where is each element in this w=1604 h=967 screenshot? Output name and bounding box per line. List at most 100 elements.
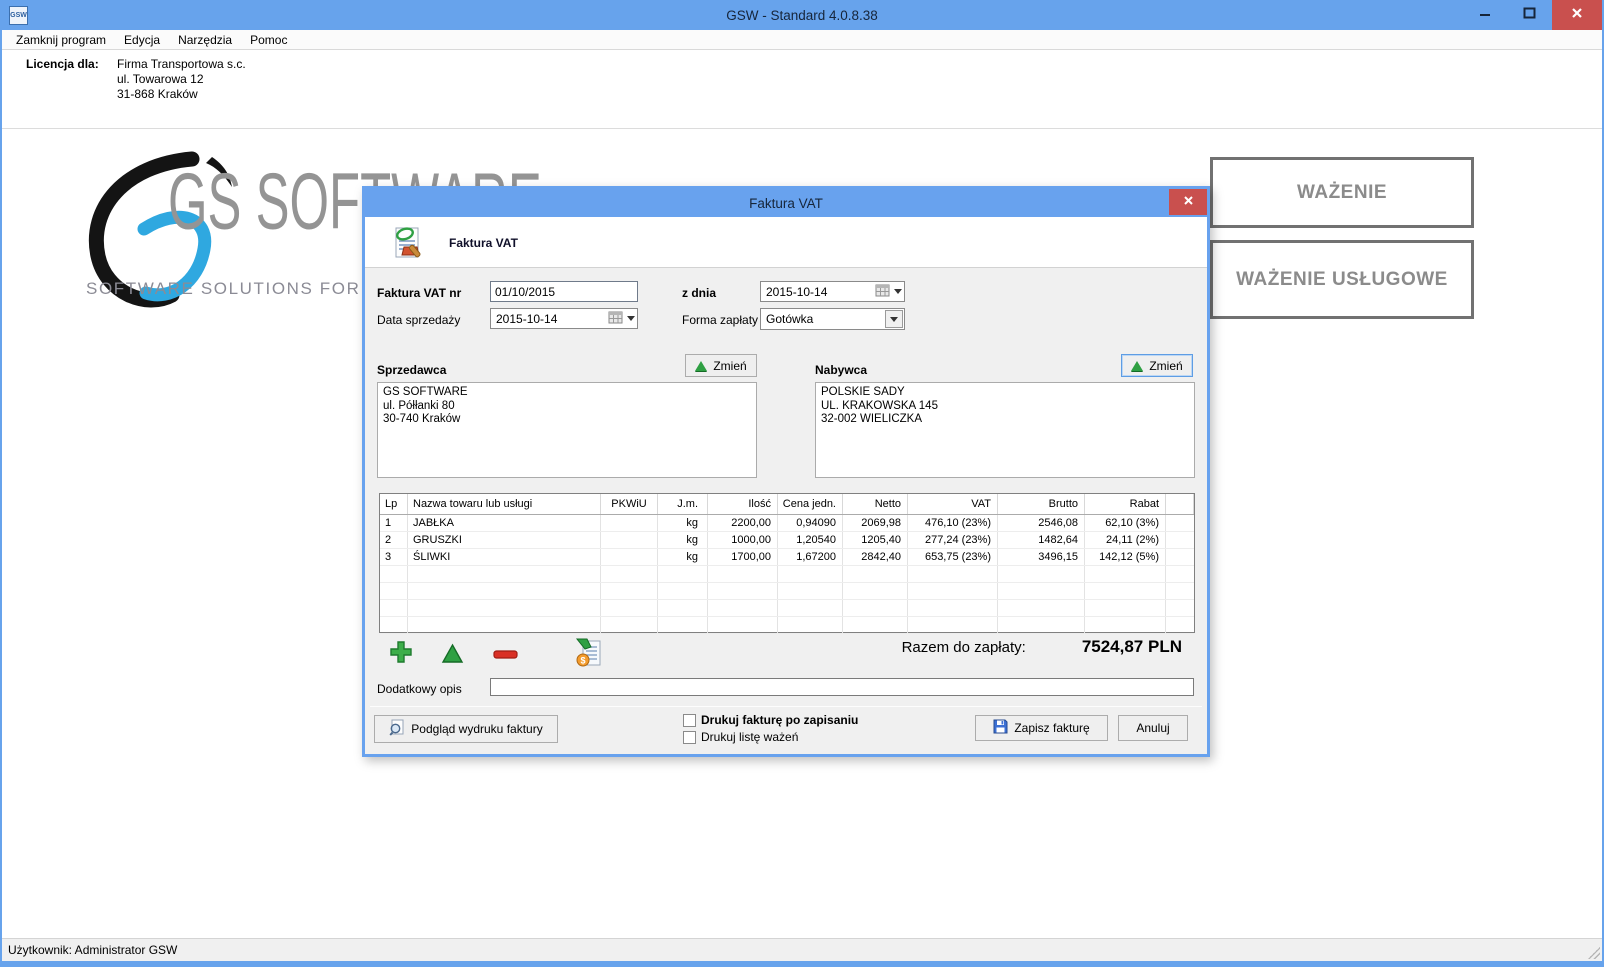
cell-pkwiu	[601, 549, 658, 565]
cancel-label: Anuluj	[1136, 721, 1169, 735]
menu-narzedzia[interactable]: Narzędzia	[169, 30, 241, 49]
close-icon	[1571, 6, 1583, 24]
save-invoice-label: Zapisz fakturę	[1014, 721, 1089, 735]
cell-pkwiu	[601, 515, 658, 531]
table-row[interactable]: 3 ŚLIWKI kg 1700,00 1,67200 2842,40 653,…	[380, 549, 1194, 566]
issue-date-picker[interactable]: 2015-10-14	[760, 281, 905, 302]
license-label: Licencja dla:	[26, 57, 99, 71]
buyer-address-box[interactable]: POLSKIE SADY UL. KRAKOWSKA 145 32-002 WI…	[815, 382, 1195, 478]
print-weighing-list-checkbox-label: Drukuj listę ważeń	[701, 730, 798, 744]
extra-description-label: Dodatkowy opis	[377, 682, 462, 696]
col-header-netto[interactable]: Netto	[843, 494, 908, 514]
print-invoice-checkbox[interactable]: Drukuj fakturę po zapisaniu	[683, 713, 858, 727]
wazenie-button[interactable]: WAŻENIE	[1210, 157, 1474, 228]
sale-date-picker[interactable]: 2015-10-14	[490, 308, 638, 329]
col-header-lp[interactable]: Lp	[380, 494, 408, 514]
table-empty-row	[380, 600, 1194, 617]
cell-ilosc: 1700,00	[708, 549, 778, 565]
table-empty-row	[380, 617, 1194, 634]
wazenie-uslugowe-button[interactable]: WAŻENIE USŁUGOWE	[1210, 240, 1474, 319]
issue-date-label: z dnia	[682, 286, 716, 300]
chevron-down-icon[interactable]	[625, 316, 637, 321]
add-item-button[interactable]	[389, 640, 413, 667]
issue-date-value: 2015-10-14	[761, 285, 875, 299]
cell-pkwiu	[601, 532, 658, 548]
seller-address-box[interactable]: GS SOFTWARE ul. Półłanki 80 30-740 Krakó…	[377, 382, 757, 478]
save-invoice-button[interactable]: Zapisz fakturę	[975, 715, 1108, 741]
chevron-down-icon[interactable]	[892, 289, 904, 294]
menu-pomoc[interactable]: Pomoc	[241, 30, 296, 49]
dialog-header-strip: Faktura VAT	[365, 217, 1207, 268]
cell-brutto: 3496,15	[998, 549, 1085, 565]
print-weighing-list-checkbox[interactable]: Drukuj listę ważeń	[683, 730, 798, 744]
col-header-cena[interactable]: Cena jedn.	[778, 494, 843, 514]
close-button[interactable]	[1552, 0, 1602, 30]
window-titlebar: GSW GSW - Standard 4.0.8.38	[2, 0, 1602, 30]
cell-vat: 277,24 (23%)	[908, 532, 998, 548]
license-panel: Licencja dla: Firma Transportowa s.c. ul…	[2, 50, 1602, 129]
calendar-icon	[875, 284, 890, 300]
cell-lp: 1	[380, 515, 408, 531]
col-header-brutto[interactable]: Brutto	[998, 494, 1085, 514]
license-line-city: 31-868 Kraków	[117, 87, 246, 102]
cell-filler	[1166, 515, 1194, 531]
col-header-jm[interactable]: J.m.	[658, 494, 708, 514]
extra-description-input[interactable]	[490, 678, 1194, 696]
menu-zamknij-program[interactable]: Zamknij program	[2, 30, 115, 49]
cell-cena: 1,67200	[778, 549, 843, 565]
status-user: Użytkownik: Administrator GSW	[8, 943, 177, 957]
license-address: Firma Transportowa s.c. ul. Towarowa 12 …	[117, 57, 246, 102]
edit-item-button[interactable]	[441, 643, 464, 667]
total-row: Razem do zapłaty: 7524,87 PLN	[902, 637, 1182, 657]
seller-change-button[interactable]: Zmień	[685, 354, 757, 377]
import-weighings-button[interactable]: $	[575, 637, 603, 670]
cell-rabat: 142,12 (5%)	[1085, 549, 1166, 565]
print-preview-button[interactable]: Podgląd wydruku faktury	[374, 715, 558, 743]
cell-cena: 0,94090	[778, 515, 843, 531]
cell-nazwa: ŚLIWKI	[408, 549, 601, 565]
minimize-icon	[1479, 6, 1491, 24]
menu-bar: Zamknij program Edycja Narzędzia Pomoc	[2, 30, 1602, 50]
maximize-button[interactable]	[1507, 0, 1552, 30]
combobox-dropdown-button[interactable]	[885, 310, 903, 328]
bottom-separator	[370, 706, 1202, 707]
cell-netto: 2069,98	[843, 515, 908, 531]
dialog-close-button[interactable]	[1169, 189, 1207, 215]
invoice-number-input[interactable]	[490, 281, 638, 302]
sale-date-value: 2015-10-14	[491, 312, 608, 326]
total-label: Razem do zapłaty:	[902, 639, 1026, 656]
cell-ilosc: 2200,00	[708, 515, 778, 531]
menu-edycja[interactable]: Edycja	[115, 30, 169, 49]
cell-vat: 653,75 (23%)	[908, 549, 998, 565]
col-header-vat[interactable]: VAT	[908, 494, 998, 514]
invoice-number-label: Faktura VAT nr	[377, 286, 461, 300]
cell-jm: kg	[658, 549, 708, 565]
buyer-change-button[interactable]: Zmień	[1121, 354, 1193, 377]
seller-label: Sprzedawca	[377, 363, 446, 377]
cell-jm: kg	[658, 532, 708, 548]
table-row[interactable]: 1 JABŁKA kg 2200,00 0,94090 2069,98 476,…	[380, 515, 1194, 532]
col-header-rabat[interactable]: Rabat	[1085, 494, 1166, 514]
table-row[interactable]: 2 GRUSZKI kg 1000,00 1,20540 1205,40 277…	[380, 532, 1194, 549]
col-header-ilosc[interactable]: Ilość	[708, 494, 778, 514]
col-header-nazwa[interactable]: Nazwa towaru lub usługi	[408, 494, 601, 514]
window-title: GSW - Standard 4.0.8.38	[2, 8, 1602, 23]
cell-ilosc: 1000,00	[708, 532, 778, 548]
print-preview-icon	[389, 719, 405, 739]
cancel-button[interactable]: Anuluj	[1118, 715, 1188, 741]
svg-text:$: $	[580, 656, 585, 666]
print-invoice-checkbox-label: Drukuj fakturę po zapisaniu	[701, 713, 858, 727]
delete-item-button[interactable]	[493, 648, 518, 662]
table-empty-row	[380, 566, 1194, 583]
cell-rabat: 24,11 (2%)	[1085, 532, 1166, 548]
cell-rabat: 62,10 (3%)	[1085, 515, 1166, 531]
app-logo-icon: GSW	[9, 6, 28, 25]
cell-jm: kg	[658, 515, 708, 531]
payment-form-label: Forma zapłaty	[682, 313, 758, 327]
col-header-pkwiu[interactable]: PKWiU	[601, 494, 658, 514]
resize-grip[interactable]	[1588, 947, 1600, 959]
minimize-button[interactable]	[1462, 0, 1507, 30]
payment-form-combobox[interactable]: Gotówka	[760, 308, 905, 330]
cell-lp: 2	[380, 532, 408, 548]
cell-filler	[1166, 532, 1194, 548]
